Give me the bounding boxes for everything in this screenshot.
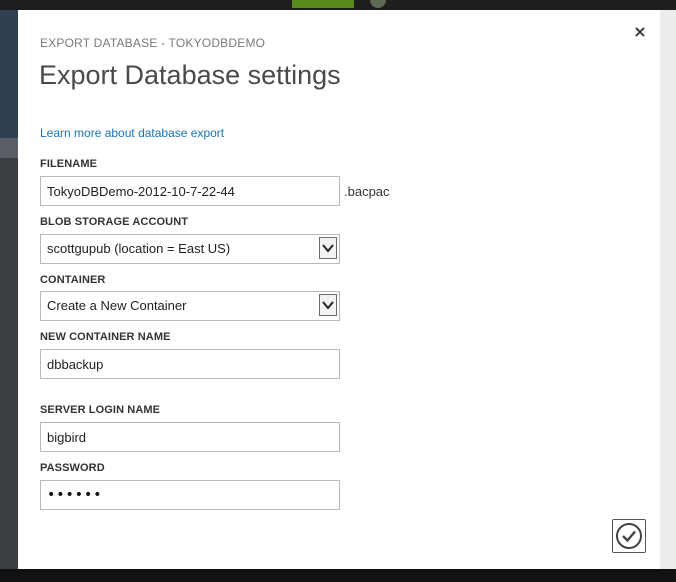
container-select[interactable]: Create a New Container: [40, 291, 340, 321]
new-container-name-input[interactable]: [41, 350, 339, 378]
chevron-down-icon[interactable]: [319, 237, 337, 259]
learn-more-link[interactable]: Learn more about database export: [40, 126, 224, 140]
server-login-input[interactable]: [41, 423, 339, 451]
password-label: PASSWORD: [40, 462, 105, 474]
filename-input[interactable]: [41, 177, 339, 205]
portal-nav-band: [0, 10, 18, 138]
blob-storage-label: BLOB STORAGE ACCOUNT: [40, 216, 189, 228]
portal-bottom-bar: [0, 569, 676, 582]
server-login-field[interactable]: [40, 422, 340, 452]
filename-field[interactable]: [40, 176, 340, 206]
portal-nav-band-selected: [0, 138, 18, 158]
container-value: Create a New Container: [47, 298, 187, 313]
password-masked-value: ••••••: [47, 487, 103, 503]
dialog-title: Export Database settings: [39, 60, 341, 90]
chevron-down-icon[interactable]: [319, 294, 337, 316]
new-container-name-field[interactable]: [40, 349, 340, 379]
portal-content-edge: [660, 10, 676, 570]
new-container-name-label: NEW CONTAINER NAME: [40, 331, 171, 343]
portal-status-indicator: [292, 0, 354, 8]
filename-label: FILENAME: [40, 158, 98, 170]
dialog-subtitle: EXPORT DATABASE - TOKYODBDEMO: [40, 36, 266, 50]
confirm-button[interactable]: [612, 519, 646, 553]
export-database-dialog: × EXPORT DATABASE - TOKYODBDEMO Export D…: [18, 10, 660, 569]
blob-storage-value: scottgupub (location = East US): [47, 241, 231, 256]
server-login-label: SERVER LOGIN NAME: [40, 404, 161, 416]
password-field[interactable]: ••••••: [40, 480, 340, 510]
checkmark-icon: [616, 523, 642, 549]
close-icon[interactable]: ×: [630, 22, 650, 42]
blob-storage-select[interactable]: scottgupub (location = East US): [40, 234, 340, 264]
container-label: CONTAINER: [40, 274, 106, 286]
filename-suffix: .bacpac: [344, 184, 390, 199]
